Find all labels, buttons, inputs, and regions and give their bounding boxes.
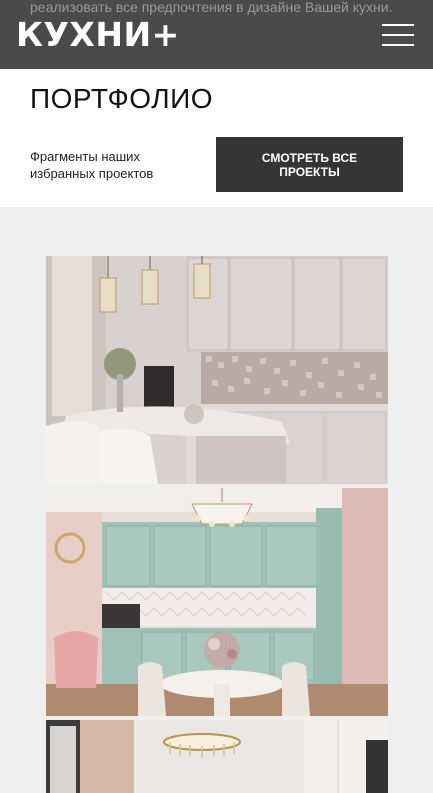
kitchen-photo-image	[46, 488, 388, 716]
page-title: ПОРТФОЛИО	[30, 83, 214, 114]
portfolio-subtitle: Фрагменты наших избранных проектов	[30, 149, 154, 181]
portfolio-photo-3[interactable]	[46, 720, 388, 793]
kitchen-photo-image	[46, 720, 388, 793]
site-header: реализовать все предпочтения в дизайне В…	[0, 0, 433, 69]
hamburger-menu-icon[interactable]	[382, 24, 414, 46]
header-overlap-text: реализовать все предпочтения в дизайне В…	[30, 0, 393, 15]
portfolio-photo-1[interactable]	[46, 256, 388, 484]
view-all-projects-button[interactable]: СМОТРЕТЬ ВСЕ ПРОЕКТЫ	[216, 137, 403, 192]
portfolio-photo-2[interactable]	[46, 488, 388, 716]
kitchen-photo-image	[46, 256, 388, 484]
site-logo[interactable]: КУХНИ+	[16, 16, 180, 54]
